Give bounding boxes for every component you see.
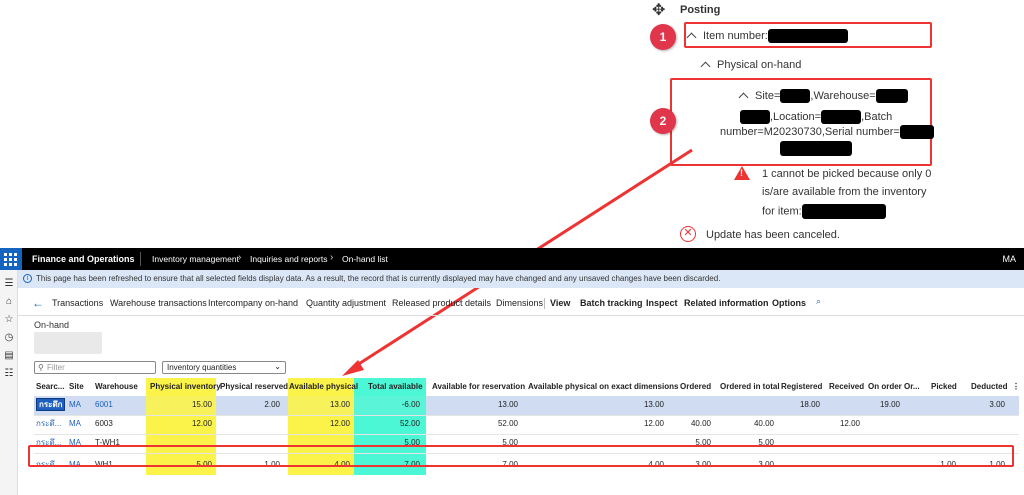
- cell-warehouse[interactable]: 6003: [95, 415, 113, 433]
- search-icon[interactable]: ⌕: [816, 296, 821, 307]
- info-icon: i: [23, 274, 32, 283]
- tab-batch-tracking[interactable]: Batch tracking: [580, 298, 643, 308]
- cell-picked: [922, 396, 956, 414]
- col-header-physical-inventory[interactable]: Physical inventory: [150, 378, 221, 396]
- cell-deducted: [964, 415, 1005, 433]
- col-header-search[interactable]: Searc...: [36, 378, 64, 396]
- col-header-available-physical-exact[interactable]: Available physical on exact dimensions: [528, 378, 678, 396]
- col-header-received[interactable]: Received: [829, 378, 864, 396]
- table-row[interactable]: กระดึก: [36, 396, 66, 414]
- action-released-product-details[interactable]: Released product details: [392, 298, 491, 308]
- col-header-or[interactable]: Or...: [904, 378, 920, 396]
- cell-registered: 18.00: [799, 400, 820, 409]
- action-transactions[interactable]: Transactions: [52, 298, 103, 308]
- cell-physical-reserved: [216, 415, 280, 433]
- workspaces-icon[interactable]: ▤: [4, 350, 14, 361]
- filter-placeholder: Filter: [47, 363, 65, 372]
- col-header-physical-reserved[interactable]: Physical reserved: [220, 378, 288, 396]
- divider: [140, 252, 141, 266]
- action-quantity-adjustment[interactable]: Quantity adjustment: [306, 298, 386, 308]
- cell-total-available: -6.00: [401, 400, 420, 409]
- tab-related-information[interactable]: Related information: [684, 298, 769, 308]
- cell-physical-inventory: 12.00: [191, 419, 212, 428]
- chevron-right-icon: ›: [330, 252, 334, 263]
- cell-physical-reserved: 2.00: [264, 400, 280, 409]
- hamburger-menu-icon[interactable]: ☰: [4, 278, 14, 289]
- divider: [544, 298, 545, 309]
- col-header-site[interactable]: Site: [69, 378, 84, 396]
- search-icon: ⚲: [38, 363, 44, 372]
- action-intercompany-onhand[interactable]: Intercompany on-hand: [208, 298, 298, 308]
- cell-site[interactable]: MA: [69, 415, 81, 433]
- breadcrumb-inventory-management[interactable]: Inventory management: [152, 254, 239, 264]
- view-select-value: Inventory quantities: [167, 363, 237, 372]
- col-header-on-order[interactable]: On order: [868, 378, 902, 396]
- cell-available-physical-exact: 12.00: [643, 419, 664, 428]
- chevron-down-icon: ⌄: [274, 362, 281, 371]
- modules-list-icon[interactable]: ☷: [4, 368, 14, 379]
- breadcrumb-inquiries-reports[interactable]: Inquiries and reports: [250, 254, 328, 264]
- cell-received: 12.00: [839, 419, 860, 428]
- cell-available-physical-exact: 13.00: [643, 400, 664, 409]
- cell-available-reservation: 13.00: [497, 400, 518, 409]
- annotation-box-row: [28, 445, 1014, 467]
- cell-ordered-total: 40.00: [753, 419, 774, 428]
- row-search-cell[interactable]: กระดึ...: [36, 415, 61, 433]
- cell-ordered-total: [714, 396, 774, 414]
- col-header-available-reservation[interactable]: Available for reservation: [432, 378, 525, 396]
- onhand-grid: Searc... Site Warehouse Physical invento…: [28, 378, 1024, 495]
- cell-picked: [922, 415, 956, 433]
- left-nav: ☰ ⌂ ☆ ◷ ▤ ☷: [0, 270, 18, 495]
- cell-received: [824, 396, 860, 414]
- breadcrumb-onhand-list[interactable]: On-hand list: [342, 254, 388, 264]
- cell-available-physical: 12.00: [329, 419, 350, 428]
- row-search-cell[interactable]: กระดึก: [36, 398, 66, 411]
- cell-physical-inventory: 15.00: [191, 400, 212, 409]
- home-icon[interactable]: ⌂: [4, 296, 14, 307]
- tab-inspect[interactable]: Inspect: [646, 298, 678, 308]
- action-dimensions[interactable]: Dimensions: [496, 298, 543, 308]
- col-header-warehouse[interactable]: Warehouse: [95, 378, 138, 396]
- cell-available-reservation: 52.00: [497, 419, 518, 428]
- col-header-ordered-total[interactable]: Ordered in total: [720, 378, 780, 396]
- col-header-picked[interactable]: Picked: [931, 378, 957, 396]
- cell-ordered: 40.00: [690, 419, 711, 428]
- star-favorites-icon[interactable]: ☆: [4, 314, 14, 325]
- blurred-caption: [34, 332, 102, 354]
- cell-total-available: 52.00: [399, 419, 420, 428]
- back-arrow-icon[interactable]: ←: [32, 296, 44, 310]
- app-name[interactable]: Finance and Operations: [32, 254, 135, 264]
- col-header-registered[interactable]: Registered: [781, 378, 822, 396]
- user-avatar[interactable]: MA: [1003, 254, 1017, 264]
- recent-clock-icon[interactable]: ◷: [4, 332, 14, 343]
- action-pane: ← Transactions Warehouse transactions In…: [18, 290, 1024, 316]
- cell-registered: [778, 415, 820, 433]
- filter-input[interactable]: ⚲ Filter: [34, 361, 156, 374]
- cell-site[interactable]: MA: [69, 396, 81, 414]
- cell-on-order: 19.00: [879, 400, 900, 409]
- page-title: On-hand: [34, 320, 70, 330]
- col-header-available-physical[interactable]: Available physical: [289, 378, 358, 396]
- tab-options[interactable]: Options: [772, 298, 806, 308]
- cell-ordered: [670, 396, 711, 414]
- info-message-bar: i This page has been refreshed to ensure…: [18, 270, 1024, 288]
- cell-available-physical: 13.00: [329, 400, 350, 409]
- info-message: This page has been refreshed to ensure t…: [36, 274, 721, 283]
- chevron-right-icon: ›: [238, 252, 242, 263]
- col-header-ordered[interactable]: Ordered: [680, 378, 711, 396]
- tab-view[interactable]: View: [550, 298, 570, 308]
- action-warehouse-transactions[interactable]: Warehouse transactions: [110, 298, 207, 308]
- cell-warehouse[interactable]: 6001: [95, 396, 113, 414]
- cell-deducted: 3.00: [989, 400, 1005, 409]
- col-header-total-available[interactable]: Total available: [368, 378, 423, 396]
- col-header-deducted[interactable]: Deducted: [971, 378, 1007, 396]
- column-options-icon[interactable]: ⋮: [1012, 378, 1020, 396]
- cell-on-order: [864, 415, 900, 433]
- app-topbar: Finance and Operations Inventory managem…: [0, 248, 1024, 270]
- view-select[interactable]: Inventory quantities ⌄: [162, 361, 286, 374]
- app-launcher-icon[interactable]: [0, 248, 22, 270]
